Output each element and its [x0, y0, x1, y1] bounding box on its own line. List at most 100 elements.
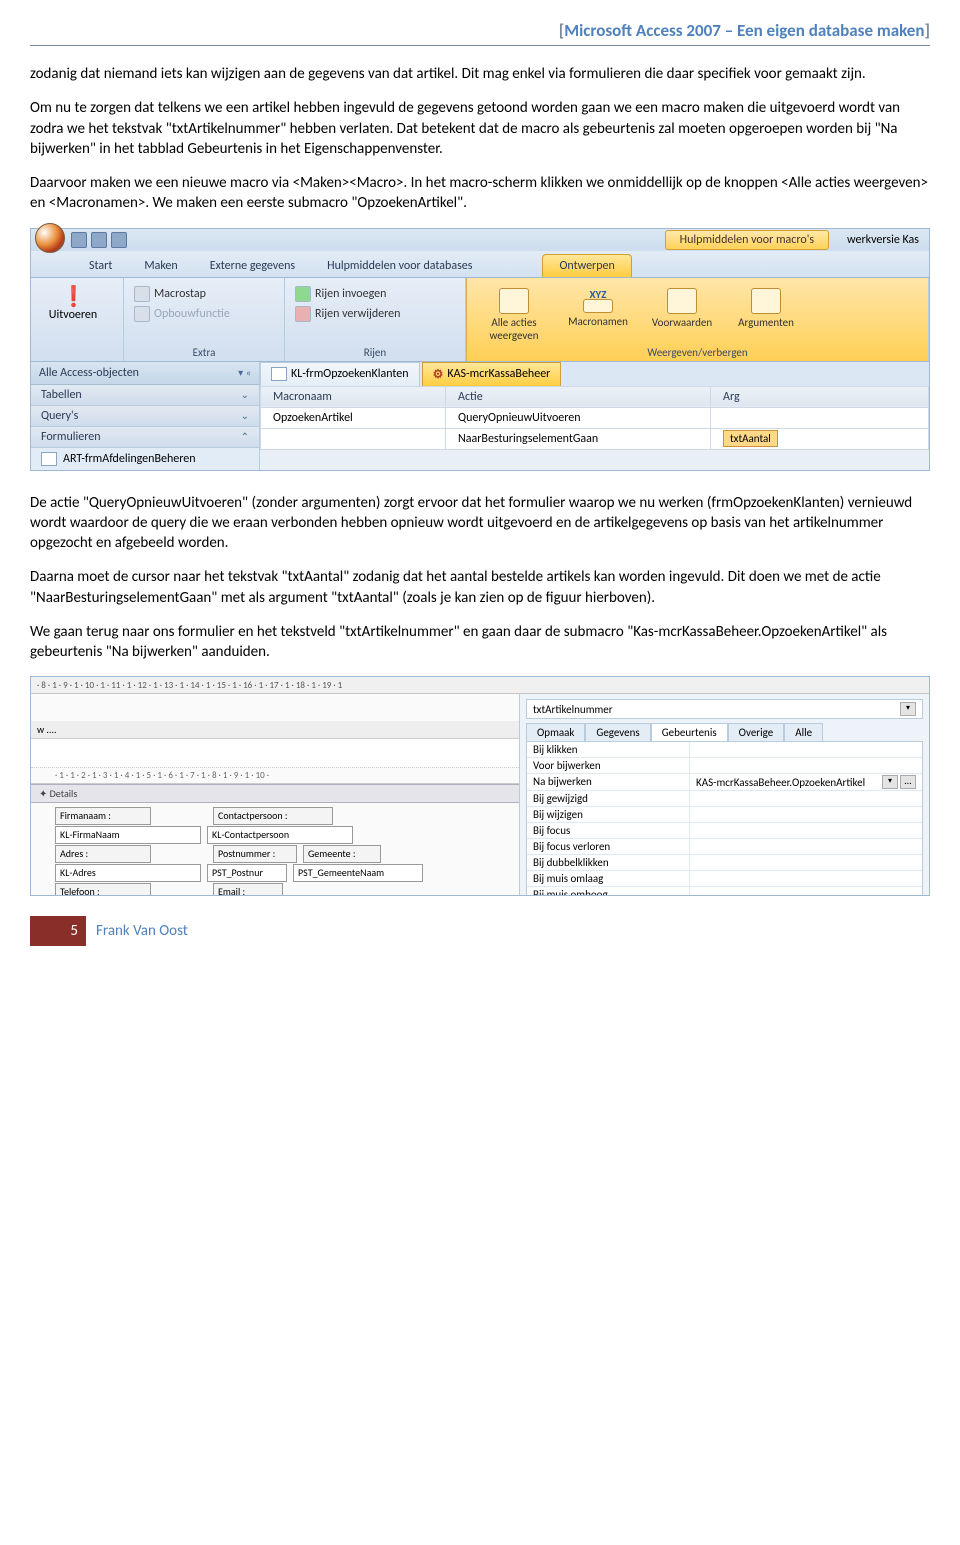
voorwaarden-button[interactable]: Voorwaarden	[647, 288, 717, 342]
label-contact[interactable]: Contactpersoon :	[213, 807, 333, 825]
field-klfirma[interactable]: KL-FirmaNaam	[55, 826, 201, 844]
nav-section-formulieren[interactable]: Formulieren⌃	[31, 427, 259, 448]
property-object-selector[interactable]: txtArtikelnummer ▾	[526, 699, 923, 719]
field-kladres[interactable]: KL-Adres	[55, 864, 201, 882]
group-weergeven: Alle acties weergeven XYZ Macronamen Voo…	[466, 278, 929, 361]
alle-acties-weergeven-button[interactable]: Alle acties weergeven	[479, 288, 549, 342]
paragraph-3: Daarvoor maken we een nieuwe macro via <…	[30, 173, 930, 214]
label-gemeente[interactable]: Gemeente :	[303, 845, 381, 863]
builder-button[interactable]: …	[900, 775, 916, 789]
field-pstgem[interactable]: PST_GemeenteNaam	[293, 864, 423, 882]
field-klcontact[interactable]: KL-Contactpersoon	[207, 826, 353, 844]
prop-bij-focus-verloren[interactable]: Bij focus verloren	[527, 839, 922, 855]
run-label: Uitvoeren	[49, 308, 97, 322]
props-tab-alle[interactable]: Alle	[784, 723, 823, 741]
prop-bij-dubbelklikken[interactable]: Bij dubbelklikken	[527, 855, 922, 871]
office-button-icon[interactable]	[35, 223, 65, 253]
paragraph-5: Daarna moet de cursor naar het tekstvak …	[30, 567, 930, 608]
props-tab-gebeurtenis[interactable]: Gebeurtenis	[651, 723, 728, 741]
tab-ontwerpen[interactable]: Ontwerpen	[542, 254, 631, 277]
dropdown-icon[interactable]: ▾	[882, 775, 898, 789]
rijen-verwijderen-button[interactable]: Rijen verwijderen	[295, 306, 455, 322]
col-actie: Actie	[446, 386, 711, 407]
label-firmanaam[interactable]: Firmanaam :	[55, 807, 151, 825]
tab-start[interactable]: Start	[73, 255, 128, 277]
label-postnr[interactable]: Postnummer :	[213, 845, 297, 863]
qat-save-icon[interactable]	[71, 232, 87, 248]
page-number-box: 5	[30, 916, 86, 946]
tab-externe-gegevens[interactable]: Externe gegevens	[194, 255, 311, 277]
argumenten-button[interactable]: Argumenten	[731, 288, 801, 342]
col-argument: Arg	[711, 386, 929, 407]
doc-tab-form[interactable]: KL-frmOpzoekenKlanten	[260, 362, 420, 386]
macro-icon: ⚙	[433, 367, 444, 382]
details-section-header[interactable]: ✦ Details	[31, 784, 519, 803]
group-extra: Macrostap Opbouwfunctie Extra	[124, 278, 285, 361]
prop-bij-wijzigen[interactable]: Bij wijzigen	[527, 807, 922, 823]
page-header: [Microsoft Access 2007 – Een eigen datab…	[30, 20, 930, 41]
inner-ruler: · 1 · 1 · 2 · 1 · 3 · 1 · 4 · 1 · 5 · 1 …	[31, 768, 519, 784]
author-name: Frank Van Oost	[96, 922, 188, 940]
label-adres[interactable]: Adres :	[55, 845, 151, 863]
prop-bij-muis-omhoog[interactable]: Bij muis omhoog	[527, 887, 922, 896]
expand-icon: ⌄	[241, 388, 249, 402]
doc-tab-macro[interactable]: ⚙ KAS-mcrKassaBeheer	[422, 362, 562, 386]
prop-bij-focus[interactable]: Bij focus	[527, 823, 922, 839]
group-rijen: Rijen invoegen Rijen verwijderen Rijen	[285, 278, 466, 361]
w-section: w ....	[31, 721, 519, 739]
run-macro-icon[interactable]: ❗	[61, 284, 85, 308]
prop-na-bijwerken[interactable]: Na bijwerken KAS-mcrKassaBeheer.Opzoeken…	[527, 774, 922, 791]
tab-maken[interactable]: Maken	[128, 255, 193, 277]
window-title-bar: Hulpmiddelen voor macro's werkversie Kas	[31, 229, 929, 251]
field-pstpost[interactable]: PST_Postnur	[207, 864, 287, 882]
argument-value[interactable]: txtAantal	[723, 430, 778, 447]
paragraph-2: Om nu te zorgen dat telkens we een artik…	[30, 98, 930, 159]
navigation-pane: Alle Access-objecten ▾ « Tabellen⌄ Query…	[31, 362, 260, 470]
access-ribbon-screenshot: Hulpmiddelen voor macro's werkversie Kas…	[30, 228, 930, 471]
nav-section-tabellen[interactable]: Tabellen⌄	[31, 385, 259, 406]
macro-row[interactable]: OpzoekenArtikel QueryOpnieuwUitvoeren	[261, 407, 929, 428]
paragraph-6: We gaan terug naar ons formulier en het …	[30, 622, 930, 663]
label-telefoon[interactable]: Telefoon :	[55, 883, 151, 896]
page-footer: 5 Frank Van Oost	[30, 916, 930, 946]
dropdown-icon[interactable]: ▾	[900, 702, 916, 716]
voorwaarden-icon	[667, 288, 697, 314]
dropdown-icon[interactable]: ▾	[238, 366, 243, 379]
form-icon	[271, 367, 287, 381]
macrostap-button[interactable]: Macrostap	[134, 286, 274, 302]
macro-row[interactable]: NaarBesturingselementGaan txtAantal	[261, 428, 929, 449]
group-uitvoeren: ❗ Uitvoeren	[31, 278, 124, 361]
nav-item-form[interactable]: ART-frmAfdelingenBeheren	[31, 448, 259, 470]
qat-undo-icon[interactable]	[91, 232, 107, 248]
collapse-icon: ⌃	[241, 430, 249, 444]
col-macronaam: Macronaam	[261, 386, 446, 407]
collapse-icon[interactable]: «	[246, 366, 251, 379]
contextual-tab-title: Hulpmiddelen voor macro's	[665, 230, 829, 250]
rijen-invoegen-button[interactable]: Rijen invoegen	[295, 286, 455, 302]
header-rule	[30, 45, 930, 46]
argumenten-icon	[751, 288, 781, 314]
tab-hulpmiddelen-db[interactable]: Hulpmiddelen voor databases	[311, 255, 488, 277]
opbouwfunctie-button: Opbouwfunctie	[134, 306, 274, 322]
alle-acties-icon	[499, 288, 529, 314]
header-title: Microsoft Access 2007 – Een eigen databa…	[564, 20, 924, 41]
prop-bij-gewijzigd[interactable]: Bij gewijzigd	[527, 791, 922, 807]
paragraph-4: De actie "QueryOpnieuwUitvoeren" (zonder…	[30, 493, 930, 554]
prop-voor-bijwerken[interactable]: Voor bijwerken	[527, 758, 922, 774]
ribbon-tabs: Start Maken Externe gegevens Hulpmiddele…	[31, 251, 929, 278]
form-design-canvas: w .... · 1 · 1 · 2 · 1 · 3 · 1 · 4 · 1 ·…	[31, 677, 519, 895]
macro-grid: Macronaam Actie Arg OpzoekenArtikel Quer…	[260, 386, 929, 450]
props-tab-opmaak[interactable]: Opmaak	[526, 723, 585, 741]
label-email[interactable]: Email :	[213, 883, 283, 896]
property-sheet: txtArtikelnummer ▾ Opmaak Gegevens Gebeu…	[519, 677, 929, 895]
props-tab-overige[interactable]: Overige	[728, 723, 785, 741]
document-tabs: KL-frmOpzoekenKlanten ⚙ KAS-mcrKassaBehe…	[260, 362, 929, 386]
nav-header[interactable]: Alle Access-objecten ▾ «	[31, 362, 259, 385]
ruler-top: · 8 · 1 · 9 · 1 · 10 · 1 · 11 · 1 · 12 ·…	[31, 677, 929, 694]
nav-section-querys[interactable]: Query's⌄	[31, 406, 259, 427]
qat-redo-icon[interactable]	[111, 232, 127, 248]
props-tab-gegevens[interactable]: Gegevens	[585, 723, 650, 741]
prop-bij-klikken[interactable]: Bij klikken	[527, 742, 922, 758]
prop-bij-muis-omlaag[interactable]: Bij muis omlaag	[527, 871, 922, 887]
macronamen-button[interactable]: XYZ Macronamen	[563, 288, 633, 342]
